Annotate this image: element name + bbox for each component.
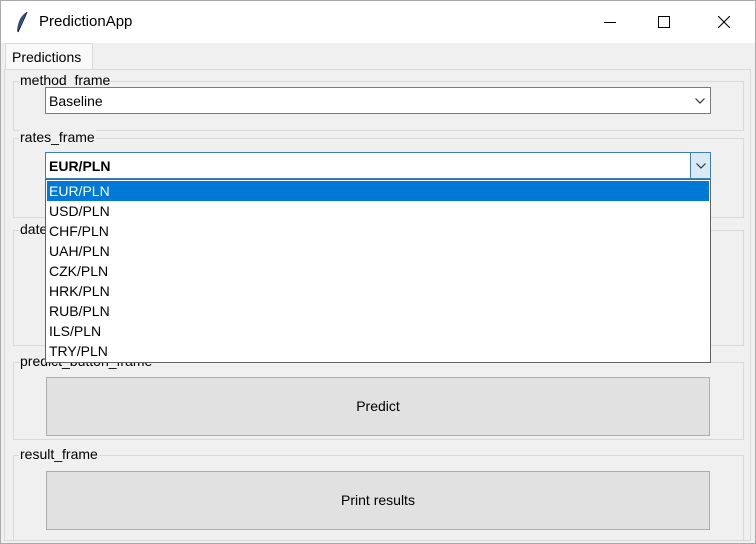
method-frame-label: method_frame — [19, 72, 112, 88]
rates-frame-label: rates_frame — [19, 129, 96, 145]
predict-button[interactable]: Predict — [46, 377, 710, 436]
maximize-icon — [658, 16, 670, 28]
maximize-button[interactable] — [641, 1, 687, 43]
method-dropdown-arrow[interactable] — [690, 88, 710, 113]
dropdown-option[interactable]: CZK/PLN — [47, 261, 709, 281]
close-icon — [718, 16, 730, 28]
rates-dropdown-arrow[interactable] — [690, 153, 710, 178]
rates-select-value: EUR/PLN — [49, 158, 111, 174]
minimize-button[interactable] — [587, 1, 633, 43]
rates-select[interactable]: EUR/PLN — [45, 152, 711, 179]
window-title: PredictionApp — [39, 13, 133, 30]
date-frame-label: date — [19, 221, 49, 237]
dropdown-option[interactable]: TRY/PLN — [47, 341, 709, 361]
chevron-down-icon — [696, 163, 706, 169]
method-select[interactable]: Baseline — [45, 87, 711, 114]
tab-predictions[interactable]: Predictions — [5, 43, 93, 70]
dropdown-option[interactable]: RUB/PLN — [47, 301, 709, 321]
dropdown-option[interactable]: UAH/PLN — [47, 241, 709, 261]
dropdown-option[interactable]: HRK/PLN — [47, 281, 709, 301]
minimize-icon — [604, 22, 616, 23]
method-select-value: Baseline — [49, 93, 103, 109]
rates-dropdown-list: EUR/PLN USD/PLN CHF/PLN UAH/PLN CZK/PLN HRK/P… — [45, 179, 711, 363]
print-results-button[interactable]: Print results — [46, 471, 710, 530]
close-button[interactable] — [701, 1, 747, 43]
app-window: PredictionApp Predictions method_frame r… — [0, 0, 756, 544]
title-bar[interactable]: PredictionApp — [1, 1, 755, 43]
chevron-down-icon — [695, 98, 705, 104]
dropdown-option[interactable]: EUR/PLN — [47, 181, 709, 201]
dropdown-option[interactable]: ILS/PLN — [47, 321, 709, 341]
feather-icon — [17, 11, 28, 33]
dropdown-option[interactable]: CHF/PLN — [47, 221, 709, 241]
result-frame-label: result_frame — [19, 446, 99, 462]
tab-label: Predictions — [12, 49, 82, 65]
dropdown-option[interactable]: USD/PLN — [47, 201, 709, 221]
